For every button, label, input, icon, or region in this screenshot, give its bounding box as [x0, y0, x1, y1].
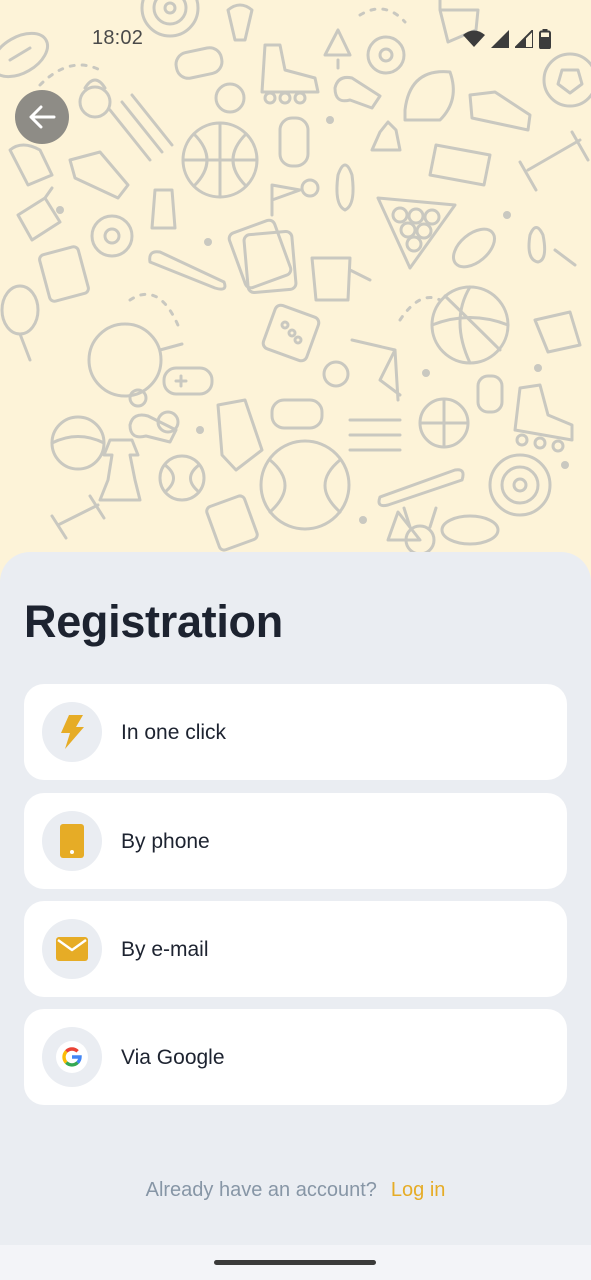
- login-link[interactable]: Log in: [391, 1179, 446, 1201]
- phone-icon: [60, 824, 84, 858]
- option-icon-circle: [42, 811, 102, 871]
- baseball-doodle: [259, 439, 351, 531]
- option-icon-circle: [42, 702, 102, 762]
- sports-pattern-background: [0, 0, 591, 600]
- page-title: Registration: [24, 596, 283, 647]
- chess-doodle-2: [370, 120, 402, 152]
- back-button[interactable]: [15, 90, 69, 144]
- bowling-doodle: [335, 163, 355, 212]
- volleyball-doodle-2: [50, 415, 106, 471]
- hoop-doodle-2: [310, 256, 372, 302]
- registration-sheet: Registration In one click By phone By e-…: [0, 552, 591, 1245]
- login-footer: Already have an account? Log in: [0, 1179, 591, 1202]
- glove-doodle-2: [533, 310, 582, 354]
- chess-doodle: [98, 438, 142, 502]
- cleat-doodle: [216, 398, 264, 472]
- target-doodle: [488, 453, 552, 517]
- ping-pong-doodle: [87, 322, 184, 408]
- option-label: In one click: [121, 721, 227, 744]
- lightning-icon: [61, 715, 84, 749]
- goal-doodle: [350, 338, 402, 402]
- option-email[interactable]: By e-mail: [24, 901, 567, 997]
- flag-doodle: [270, 178, 320, 217]
- login-prompt: Already have an account?: [145, 1179, 377, 1201]
- racket-doodle: [0, 284, 40, 362]
- football-doodle-2: [452, 227, 496, 269]
- status-time: 18:02: [92, 27, 144, 49]
- skis-doodle: [108, 93, 174, 162]
- skateboard-doodle-2: [476, 374, 504, 414]
- cards-doodle: [227, 218, 298, 294]
- kettlebell-doodle: [78, 78, 112, 119]
- billiard-rack-doodle: [376, 196, 457, 270]
- option-label: By e-mail: [121, 938, 209, 961]
- helmet-doodle: [403, 70, 455, 122]
- bowling-ball-doodle: [322, 360, 350, 388]
- status-icons: [463, 28, 551, 50]
- skateboard-doodle: [278, 116, 310, 168]
- gamepad-doodle: [162, 366, 214, 396]
- dice-doodle: [261, 303, 321, 363]
- battery-icon: [539, 29, 551, 49]
- volleyball-doodle: [430, 285, 510, 365]
- shuttlecock-doodle: [16, 186, 62, 242]
- google-icon: [56, 1041, 88, 1073]
- dumbbell-doodle-2: [50, 494, 106, 540]
- soccer-ball-doodle-2: [214, 82, 246, 114]
- billiard-ball-doodle-2: [90, 214, 134, 258]
- bowling-doodle-2: [527, 226, 577, 267]
- bat-doodle: [148, 250, 227, 291]
- option-icon-circle: [42, 1027, 102, 1087]
- option-one-click[interactable]: In one click: [24, 684, 567, 780]
- skis-doodle-2: [348, 418, 402, 452]
- arrow-left-icon: [29, 105, 56, 129]
- sports-doodle-pattern: [0, 0, 591, 556]
- wifi-icon: [463, 30, 485, 47]
- puck-doodle: [440, 514, 500, 546]
- shoe-doodle: [468, 90, 532, 132]
- basketball-doodle-2: [418, 397, 470, 449]
- system-nav-bar: [0, 1245, 591, 1280]
- option-label: Via Google: [121, 1046, 225, 1069]
- bat-doodle-2: [377, 468, 465, 508]
- status-bar: 18:02: [0, 0, 591, 78]
- bottle-doodle: [150, 188, 177, 230]
- cards-doodle-3: [205, 494, 259, 552]
- option-label: By phone: [121, 830, 210, 853]
- signal-icon: [491, 30, 509, 48]
- envelope-icon: [56, 937, 88, 961]
- basketball-doodle: [181, 121, 259, 199]
- skate-doodle-2: [513, 383, 574, 453]
- towel-doodle: [428, 143, 492, 187]
- option-phone[interactable]: By phone: [24, 793, 567, 889]
- signal-icon: [515, 30, 533, 48]
- cards-doodle-2: [38, 245, 90, 303]
- option-icon-circle: [42, 919, 102, 979]
- dumbbell-doodle: [518, 130, 590, 192]
- shoe-doodle-2: [68, 150, 130, 200]
- glove-doodle: [8, 143, 54, 187]
- medal-doodle: [402, 506, 438, 556]
- whistle-doodle: [333, 76, 382, 110]
- option-google[interactable]: Via Google: [24, 1009, 567, 1105]
- goggles-doodle: [270, 398, 324, 430]
- tennis-ball-doodle: [158, 454, 206, 502]
- whistle-doodle-2: [128, 410, 180, 444]
- home-gesture-handle[interactable]: [214, 1260, 376, 1265]
